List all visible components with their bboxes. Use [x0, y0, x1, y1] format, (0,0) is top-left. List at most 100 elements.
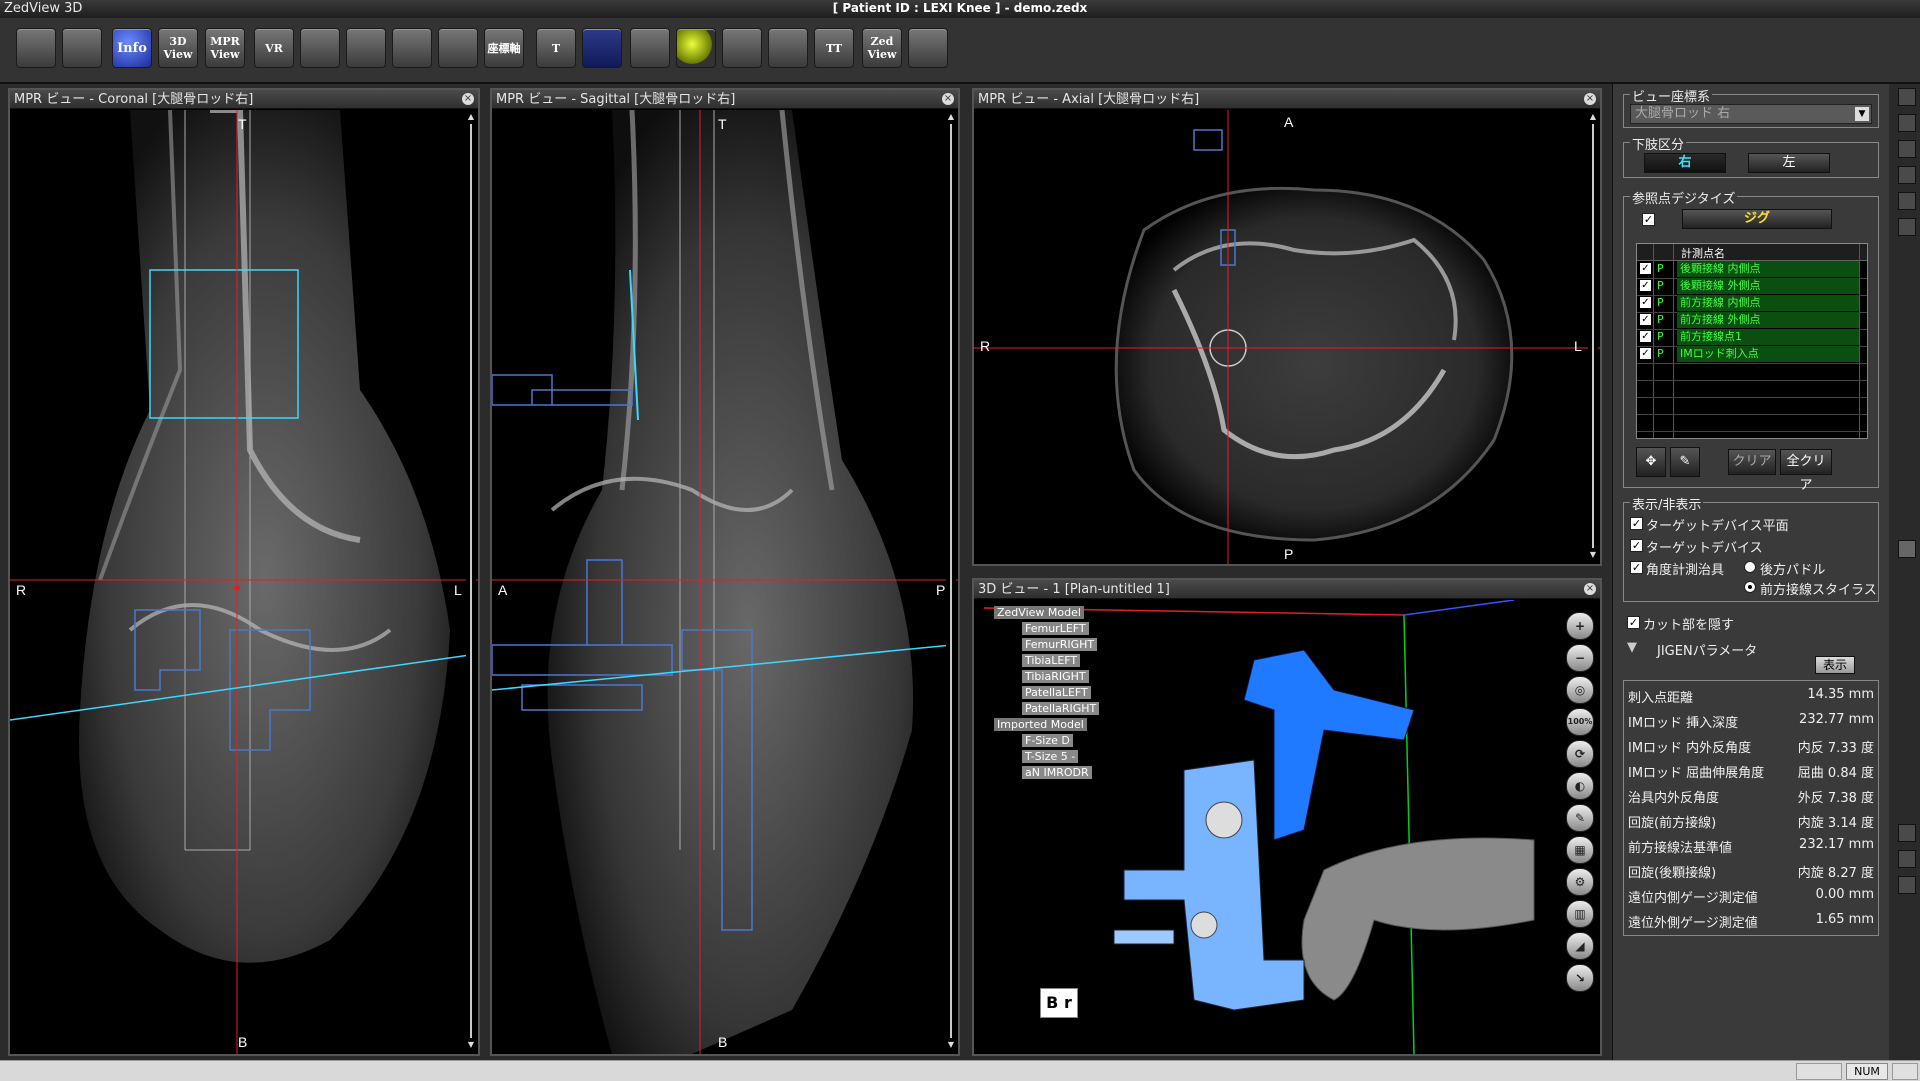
close-icon[interactable]: × — [942, 93, 954, 105]
side-tool-8[interactable] — [1898, 850, 1916, 868]
tb-vr-button[interactable]: VR — [254, 28, 294, 68]
target-device-checkbox[interactable]: ✓ — [1630, 539, 1643, 552]
3d-tool-button[interactable]: ↘ — [1566, 964, 1594, 992]
axial-scrollbar[interactable]: ▲ ▼ — [1588, 112, 1598, 560]
tb-slab-button[interactable] — [346, 28, 386, 68]
tb-cube-button[interactable] — [630, 28, 670, 68]
tb-zedview-button[interactable]: Zed View — [862, 28, 902, 68]
view-coord-select[interactable]: 大腿骨ロッド 右 ▼ — [1630, 104, 1872, 124]
3d-tool-button[interactable]: ◢ — [1566, 932, 1594, 960]
3d-tool-button[interactable]: 100% — [1566, 708, 1594, 736]
side-tool-7[interactable] — [1898, 824, 1916, 842]
close-icon[interactable]: × — [462, 93, 474, 105]
coronal-view[interactable]: MPR ビュー - Coronal [大腿骨ロッド右] × T B R L ▲ ▼ — [8, 88, 480, 1056]
3d-tool-button[interactable]: ▦ — [1566, 836, 1594, 864]
tree-group-imported[interactable]: Imported Model — [994, 718, 1087, 731]
limb-left-button[interactable]: 左 — [1748, 153, 1830, 173]
side-collapse-icon[interactable] — [1898, 540, 1916, 558]
limb-right-button[interactable]: 右 — [1644, 153, 1726, 173]
3d-tool-button[interactable]: ▥ — [1566, 900, 1594, 928]
side-tool-3[interactable] — [1898, 140, 1916, 158]
tb-3dview-button[interactable]: 3D View — [158, 28, 198, 68]
rear-paddle-radio[interactable] — [1744, 561, 1756, 573]
chevron-down-icon[interactable]: ▼ — [1855, 107, 1869, 121]
3d-tool-button[interactable]: ◎ — [1566, 676, 1594, 704]
tree-item[interactable]: TibiaLEFT — [1022, 654, 1081, 667]
sagittal-view[interactable]: MPR ビュー - Sagittal [大腿骨ロッド右] × T B A P ▲… — [490, 88, 960, 1056]
sagittal-scrollbar[interactable]: ▲ ▼ — [946, 112, 956, 1050]
3d-tool-button[interactable]: ⟳ — [1566, 740, 1594, 768]
row-checkbox[interactable]: ✓ — [1640, 280, 1651, 291]
tb-tt-button[interactable]: TT — [814, 28, 854, 68]
digitize-tool-button[interactable]: ✥ — [1636, 447, 1666, 477]
row-checkbox[interactable]: ✓ — [1640, 331, 1651, 342]
jig-checkbox[interactable]: ✓ — [1642, 213, 1655, 226]
tb-layout-button[interactable] — [300, 28, 340, 68]
target-plane-checkbox[interactable]: ✓ — [1630, 517, 1643, 530]
tree-group-zedview[interactable]: ZedView Model — [994, 606, 1084, 619]
tree-item[interactable]: aN IMRODR — [1022, 766, 1092, 779]
side-tool-6[interactable] — [1898, 218, 1916, 236]
jigen-show-button[interactable]: 表示 — [1815, 656, 1855, 674]
side-tool-1[interactable] — [1898, 88, 1916, 106]
side-tool-4[interactable] — [1898, 166, 1916, 184]
angle-jig-checkbox[interactable]: ✓ — [1630, 561, 1643, 574]
3d-tool-button[interactable]: − — [1566, 644, 1594, 672]
table-row[interactable]: ✓ P IMロッド刺入点 — [1637, 346, 1867, 364]
tree-item[interactable]: PatellaLEFT — [1022, 686, 1091, 699]
close-icon[interactable]: × — [1584, 93, 1596, 105]
tree-item[interactable]: F-Size D — [1022, 734, 1073, 747]
axial-view[interactable]: MPR ビュー - Axial [大腿骨ロッド右] × A P R L ▲ ▼ — [972, 88, 1602, 566]
tree-item[interactable]: FemurRIGHT — [1022, 638, 1098, 651]
tb-disk1-button[interactable] — [16, 28, 56, 68]
clear-button[interactable]: クリア — [1728, 449, 1776, 475]
close-icon[interactable]: × — [1584, 583, 1596, 595]
row-checkbox[interactable]: ✓ — [1640, 348, 1651, 359]
row-checkbox[interactable]: ✓ — [1640, 314, 1651, 325]
3d-render[interactable]: ZedView Model FemurLEFT FemurRIGHT TibiaLEF… — [974, 600, 1600, 1054]
tb-eye-button[interactable] — [722, 28, 762, 68]
front-stylus-radio[interactable] — [1744, 581, 1756, 593]
jig-button[interactable]: ジグ — [1682, 209, 1832, 229]
table-row[interactable]: ✓ P 前方接線 内側点 — [1637, 295, 1867, 313]
side-tool-5[interactable] — [1898, 192, 1916, 210]
table-row[interactable]: ✓ P 後顆接線 内側点 — [1637, 261, 1867, 279]
limb-group: 下肢区分 右 左 — [1623, 134, 1879, 178]
tb-grid-button[interactable] — [582, 28, 622, 68]
tb-ball-button[interactable] — [676, 28, 716, 68]
3d-tool-button[interactable]: ⚙ — [1566, 868, 1594, 896]
3d-tool-button[interactable]: ✎ — [1566, 804, 1594, 832]
tb-coordaxis-button[interactable]: 座標軸 — [484, 28, 524, 68]
tree-item[interactable]: T-Size 5 - — [1022, 750, 1079, 763]
table-row[interactable]: ✓ P 前方接線点1 — [1637, 329, 1867, 347]
hide-cut-checkbox[interactable]: ✓ — [1627, 616, 1640, 629]
row-checkbox[interactable]: ✓ — [1640, 263, 1651, 274]
tb-dial-button[interactable] — [908, 28, 948, 68]
side-tool-9[interactable] — [1898, 876, 1916, 894]
tb-disk2-button[interactable] — [62, 28, 102, 68]
clear-all-button[interactable]: 全クリア — [1780, 449, 1832, 493]
3d-tool-button[interactable]: ◐ — [1566, 772, 1594, 800]
coronal-scrollbar[interactable]: ▲ ▼ — [466, 112, 476, 1050]
tb-zoom-button[interactable] — [438, 28, 478, 68]
tb-box-button[interactable] — [768, 28, 808, 68]
tb-info-button[interactable]: Info — [112, 28, 152, 68]
param-label: IMロッド 挿入深度 — [1628, 716, 1739, 731]
tb-text-button[interactable]: T — [536, 28, 576, 68]
tree-item[interactable]: TibiaRIGHT — [1022, 670, 1089, 683]
tree-item[interactable]: FemurLEFT — [1022, 622, 1089, 635]
tree-item[interactable]: PatellaRIGHT — [1022, 702, 1100, 715]
coronal-image[interactable]: T B R L — [10, 110, 478, 1054]
tb-mprview-button[interactable]: MPR View — [205, 28, 245, 68]
3d-view[interactable]: 3D ビュー - 1 [Plan-untitled 1] × ZedView M… — [972, 578, 1602, 1056]
axial-image[interactable]: A P R L — [974, 110, 1600, 564]
tb-capture-button[interactable] — [392, 28, 432, 68]
side-tool-2[interactable] — [1898, 114, 1916, 132]
row-checkbox[interactable]: ✓ — [1640, 297, 1651, 308]
table-row[interactable]: ✓ P 後顆接線 外側点 — [1637, 278, 1867, 296]
3d-tool-button[interactable]: + — [1566, 612, 1594, 640]
pen-tool-button[interactable]: ✎ — [1670, 447, 1700, 477]
table-row[interactable]: ✓ P 前方接線 外側点 — [1637, 312, 1867, 330]
sagittal-image[interactable]: T B A P — [492, 110, 958, 1054]
measure-point-table[interactable]: 計測点名 ✓ P 後顆接線 内側点 ✓ P 後顆接線 外側点 ✓ P 前方接線 内側点 ✓ P 前方接… — [1636, 243, 1868, 439]
